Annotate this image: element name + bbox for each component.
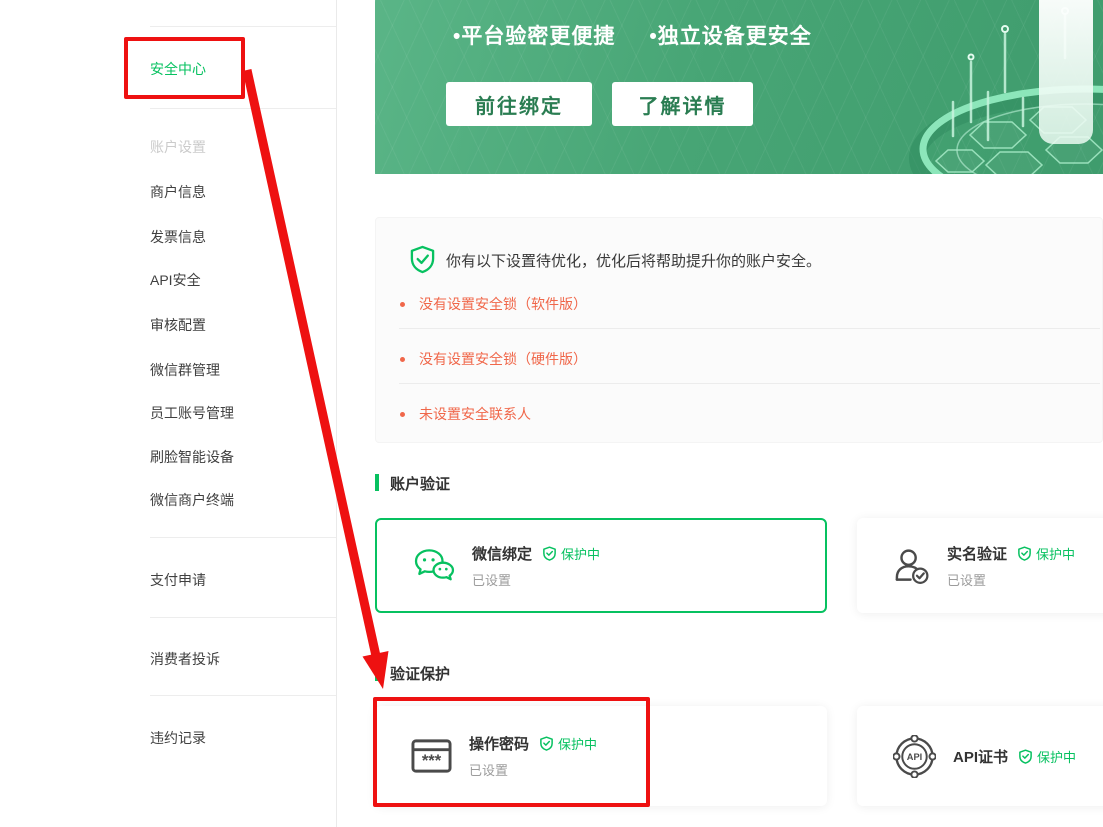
status-badge: 保护中 — [1017, 544, 1075, 563]
section-title-account-verification: 账户验证 — [390, 473, 450, 494]
banner-bullet-2: •独立设备更安全 — [649, 20, 811, 50]
svg-text:***: *** — [422, 751, 442, 770]
card-wechat-binding[interactable]: 微信绑定 保护中 已设置 — [375, 518, 827, 613]
notice-item-label: 没有设置安全锁（软件版） — [419, 294, 587, 314]
person-check-icon — [893, 547, 930, 585]
bullet-dot-icon — [400, 357, 405, 362]
banner-buttons: 前往绑定 了解详情 — [446, 82, 753, 126]
card-subtitle: 已设置 — [469, 760, 597, 779]
card-operation-password[interactable]: *** 操作密码 保护中 已设置 — [375, 706, 827, 806]
card-title: API证书 — [953, 746, 1008, 767]
sidebar-item-merchant-info[interactable]: 商户信息 — [150, 183, 206, 201]
status-label: 保护中 — [1037, 747, 1076, 766]
banner-illustration — [833, 0, 1103, 174]
shield-small-icon — [1018, 749, 1033, 764]
card-subtitle: 已设置 — [947, 570, 1075, 589]
bullet-dot-icon — [400, 412, 405, 417]
sidebar-item-consumer-complaints[interactable]: 消费者投诉 — [150, 650, 220, 668]
notice-item-contact[interactable]: 未设置安全联系人 — [400, 404, 531, 424]
go-bind-button[interactable]: 前往绑定 — [446, 82, 592, 126]
notice-item-label: 没有设置安全锁（硬件版） — [419, 349, 587, 369]
status-badge: 保护中 — [539, 734, 597, 753]
notice-message: 你有以下设置待优化，优化后将帮助提升你的账户安全。 — [446, 250, 821, 271]
shield-small-icon — [539, 736, 554, 751]
sidebar-item-api-security[interactable]: API安全 — [150, 271, 201, 289]
card-title: 实名验证 — [947, 543, 1007, 564]
sidebar-item-invoice-info[interactable]: 发票信息 — [150, 228, 206, 246]
section-title-verification-protection: 验证保护 — [390, 663, 450, 684]
card-title: 操作密码 — [469, 733, 529, 754]
sidebar-right-border — [336, 0, 337, 827]
sidebar-item-violation-records[interactable]: 违约记录 — [150, 729, 206, 747]
page: 安全中心 账户设置 商户信息 发票信息 API安全 审核配置 微信群管理 员工账… — [0, 0, 1103, 827]
banner-headline: •平台验密更便捷 •独立设备更安全 — [453, 20, 812, 50]
wechat-icon — [413, 548, 455, 584]
card-realname-verification[interactable]: 实名验证 保护中 已设置 — [857, 518, 1103, 613]
shield-small-icon — [1017, 546, 1032, 561]
sidebar-item-security-center[interactable]: 安全中心 — [150, 60, 206, 78]
card-api-certificate[interactable]: API API证书 保护中 — [857, 706, 1103, 806]
svg-text:API: API — [907, 751, 922, 761]
sidebar-divider — [150, 695, 336, 696]
sidebar-item-payment-apply[interactable]: 支付申请 — [150, 571, 206, 589]
shield-check-icon — [409, 245, 436, 274]
sidebar-item-account-settings[interactable]: 账户设置 — [150, 138, 206, 156]
status-badge: 保护中 — [542, 544, 600, 563]
learn-more-button[interactable]: 了解详情 — [612, 82, 753, 126]
sidebar-item-merchant-terminal[interactable]: 微信商户终端 — [150, 491, 234, 509]
api-seal-icon: API — [893, 735, 936, 778]
bullet-dot-icon — [400, 302, 405, 307]
sidebar-divider — [150, 26, 336, 27]
sidebar-divider — [150, 108, 336, 109]
sidebar-item-review-config[interactable]: 审核配置 — [150, 316, 206, 334]
sidebar-item-staff-accounts[interactable]: 员工账号管理 — [150, 404, 234, 422]
promo-banner: •平台验密更便捷 •独立设备更安全 前往绑定 了解详情 — [375, 0, 1103, 174]
sidebar-item-face-devices[interactable]: 刷脸智能设备 — [150, 448, 234, 466]
notice-divider — [399, 383, 1100, 384]
status-label: 保护中 — [561, 544, 600, 563]
notice-divider — [399, 328, 1100, 329]
shield-small-icon — [542, 546, 557, 561]
sidebar-divider — [150, 537, 336, 538]
card-title: 微信绑定 — [472, 543, 532, 564]
status-label: 保护中 — [558, 734, 597, 753]
status-label: 保护中 — [1036, 544, 1075, 563]
status-badge: 保护中 — [1018, 747, 1076, 766]
security-notice-panel: 你有以下设置待优化，优化后将帮助提升你的账户安全。 没有设置安全锁（软件版） 没… — [375, 217, 1103, 443]
notice-item-label: 未设置安全联系人 — [419, 404, 531, 424]
card-subtitle: 已设置 — [472, 570, 600, 589]
section-accent-bar — [375, 664, 379, 681]
section-accent-bar — [375, 474, 379, 491]
sidebar-item-wechat-groups[interactable]: 微信群管理 — [150, 361, 220, 379]
notice-item-softlock[interactable]: 没有设置安全锁（软件版） — [400, 294, 587, 314]
banner-bullet-1: •平台验密更便捷 — [453, 20, 615, 50]
sidebar-divider — [150, 617, 336, 618]
password-window-icon: *** — [411, 738, 452, 774]
notice-item-hardlock[interactable]: 没有设置安全锁（硬件版） — [400, 349, 587, 369]
